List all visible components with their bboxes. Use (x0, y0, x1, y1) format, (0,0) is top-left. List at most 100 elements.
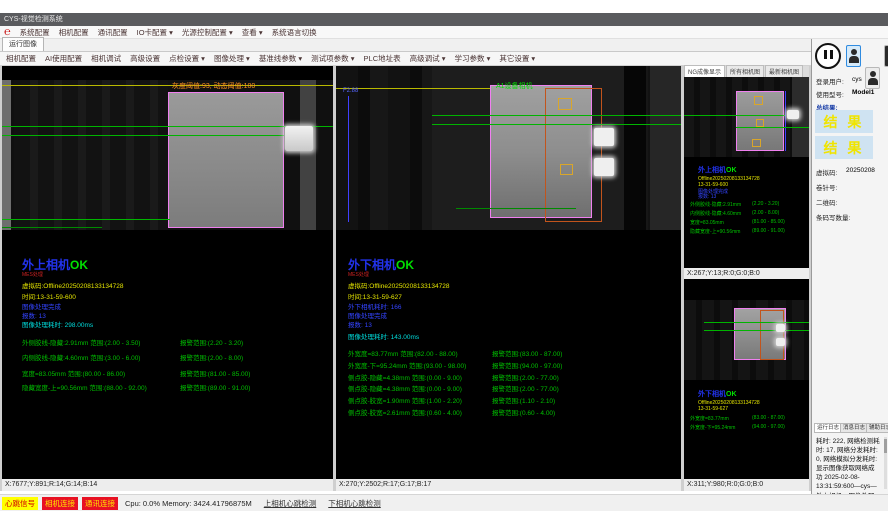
tool-advanced-settings[interactable]: 高级设置 (130, 53, 160, 64)
thumb1-measure-row: 内侧胶线-隐藏:4.60mm (2.00 - 8.00) (690, 210, 741, 217)
mid-mes-note: MES处理 (348, 271, 369, 278)
tab-row: 运行图像 (0, 39, 811, 52)
detection-line-green (2, 135, 284, 136)
measurement-row: 内侧胶线-隐藏:4.60mm 范围:(3.00 - 6.00) 报警范围:(2.… (22, 352, 333, 362)
tool-camera-config[interactable]: 相机配置 (6, 53, 36, 64)
tab-run-image-label: 运行图像 (9, 41, 37, 48)
measure-value: 隐藏宽度-上=90.56mm 范围:(88.00 - 92.00) (22, 385, 147, 392)
mid-camera-image: F2.88 A1设备相机 (336, 66, 681, 230)
image-right-band (650, 66, 681, 230)
camera-view-outer-lower[interactable]: F2.88 A1设备相机 外下相机OK MES处理 虚拟码:Offline202… (336, 66, 681, 479)
menu-item-view[interactable]: 查看 ▾ (242, 27, 263, 38)
model-label: 使用型号: (816, 89, 844, 99)
tool-image-processing[interactable]: 图像处理 ▾ (214, 53, 250, 64)
measure-value: 外宽度=83.77mm 范围:(82.00 - 88.00) (348, 351, 458, 358)
tool-other-settings[interactable]: 其它设置 ▾ (499, 53, 535, 64)
thumbnail-view-2[interactable]: 外下相机OK Offline20250208133134728 13-31-59… (684, 279, 809, 479)
measure-alarm: (2.20 - 3.20) (752, 201, 779, 207)
left-camera-image: 灰度阈值:93, 动态阈值:100 (2, 80, 333, 230)
measure-alarm: (2.00 - 8.00) (752, 210, 779, 216)
tab-run-image[interactable]: 运行图像 (2, 37, 44, 51)
thumb1-measure-row: 外侧胶线-隐藏:2.91mm (2.20 - 3.20) (690, 201, 741, 208)
measure-alarm: 报警范围:(81.00 - 85.00) (180, 368, 250, 378)
image-dark-band (624, 66, 646, 230)
comm-link-badge: 通讯连接 (82, 497, 118, 510)
thumb2-camera-name: 外下相机 (698, 391, 726, 398)
measure-value: 外侧胶线-隐藏:2.91mm (690, 202, 741, 208)
tool-spotcheck-settings[interactable]: 点检设置 ▾ (169, 53, 205, 64)
menu-item-io-config[interactable]: IO卡配置 ▾ (137, 27, 173, 38)
tool-baseline-params[interactable]: 基准线参数 ▾ (259, 53, 302, 64)
mid-status-ok: OK (396, 258, 414, 272)
measurement-row: 侧点胶-胶宽=2.61mm 范围:(0.60 - 4.00) 报警范围:(0.6… (348, 407, 681, 417)
thumbnail-view-1[interactable]: 外上相机OK Offline20250208133134728 13-31-59… (684, 77, 809, 268)
thumb2-title: 外下相机OK (698, 389, 737, 399)
measure-alarm: (94.00 - 97.00) (752, 424, 785, 430)
tool-learning-params[interactable]: 学习参数 ▾ (454, 53, 490, 64)
thumb1-image (684, 77, 809, 157)
measure-alarm: 报警范围:(0.60 - 4.00) (492, 407, 555, 417)
thumb1-coord-bar: X:267;Y:13;R:0;G:0;B:0 (684, 268, 809, 279)
thumb2-time: 13-31-59-627 (698, 406, 728, 412)
heartbeat-badge: 心跳信号 (2, 497, 38, 510)
tab-connector-blob (285, 126, 313, 151)
menu-item-light-config[interactable]: 光源控制配置 ▾ (182, 27, 233, 38)
login-user-label: 登录用户: (816, 76, 844, 86)
tab-glow (776, 338, 785, 346)
lower-camera-heartbeat-link[interactable]: 下相机心跳检测 (328, 498, 381, 509)
menu-item-comm-config[interactable]: 通讯配置 (98, 27, 128, 38)
qr-code-label: 二维码: (816, 197, 837, 207)
tool-plc-address-table[interactable]: PLC地址表 (364, 53, 401, 64)
measure-value: 宽度=83.05mm 范围:(80.00 - 86.00) (22, 371, 125, 378)
tab-roi-box (558, 98, 572, 110)
result-box-lower: 结 果 (815, 136, 873, 159)
measure-value: 宽度=83.05mm (690, 220, 724, 226)
needle-number-label: 卷针号: (816, 182, 837, 192)
measure-value: 侧点胶-胶宽=2.61mm 范围:(0.60 - 4.00) (348, 410, 462, 417)
tool-ai-usage-config[interactable]: AI使用配置 (45, 53, 82, 64)
tab-roi-box (756, 119, 764, 127)
image-edge-band (2, 80, 11, 230)
measurement-row: 侧点胶-隐藏=4.38mm 范围:(0.00 - 9.00) 报警范围:(2.0… (348, 383, 681, 393)
measure-value: 内侧胶线-隐藏:4.60mm (690, 211, 741, 217)
mid-count-text: 报数: 13 (348, 319, 372, 329)
result-text-lower: 结 果 (824, 138, 865, 158)
upper-camera-heartbeat-link[interactable]: 上相机心跳检测 (264, 498, 317, 509)
roi-rect-orange (545, 88, 602, 222)
detection-line-green (432, 115, 681, 116)
side-panel: → 登录用户: cys 使用型号: Model1 总结果: 结 果 结 果 虚拟… (811, 39, 888, 494)
log-tab-run[interactable]: 运行日志 (814, 423, 842, 433)
measure-value: 隐藏宽度-上=90.56mm (690, 229, 740, 235)
measure-value: 外宽度=83.77mm (690, 416, 729, 422)
thumb1-measure-row: 隐藏宽度-上=90.56mm (89.00 - 91.00) (690, 228, 740, 235)
pause-button[interactable] (815, 43, 841, 69)
menu-item-language-switch[interactable]: 系统语言切换 (272, 27, 317, 38)
left-coord-text: X:7677;Y:891;R:14;G:14;B:14 (5, 481, 97, 488)
left-mes-note: MES处理 (22, 271, 43, 278)
result-text-upper: 结 果 (824, 112, 865, 132)
measure-value: 侧点胶-隐藏=4.38mm 范围:(0.00 - 9.00) (348, 386, 462, 393)
window-title: CYS-视觉检测系统 (4, 16, 63, 23)
log-scrollbar[interactable] (884, 437, 887, 489)
menu-item-system-config[interactable]: 系统配置 (20, 27, 50, 38)
log-tab-message[interactable]: 消息日志 (840, 423, 868, 433)
operator-login-button[interactable] (846, 45, 861, 67)
tool-test-params[interactable]: 测试项参数 ▾ (311, 53, 354, 64)
tool-advanced-debug[interactable]: 高级调试 ▾ (410, 53, 446, 64)
admin-login-button[interactable] (865, 67, 880, 89)
measure-value: 外宽度-下=95.24mm 范围:(93.00 - 98.00) (348, 363, 466, 370)
status-bar: 心跳信号 相机连接 通讯连接 Cpu: 0.0% Memory: 3424.41… (0, 494, 888, 511)
thumb1-count: 报数: 13 (698, 193, 716, 200)
tab-roi-box (754, 96, 763, 105)
tool-camera-debug[interactable]: 相机调试 (91, 53, 121, 64)
exit-button[interactable]: → (884, 45, 888, 67)
login-user-value: cys (852, 76, 862, 83)
log-tab-assist[interactable]: 辅助日志 (866, 423, 888, 433)
mid-virtual-code: 虚拟码:Offline20250208133134728 (348, 280, 449, 290)
thumb1-status-ok: OK (726, 167, 737, 174)
measure-value: 外侧胶线-隐藏:2.91mm 范围:(2.00 - 3.50) (22, 340, 140, 347)
measure-alarm: 报警范围:(83.00 - 87.00) (492, 348, 562, 358)
camera-view-outer-upper[interactable]: 灰度阈值:93, 动态阈值:100 外上相机OK MES处理 虚拟码:Offli… (2, 66, 333, 479)
thumb2-coord-bar: X:311;Y:980;R:0;G:0;B:0 (684, 479, 809, 491)
menu-item-camera-config[interactable]: 相机配置 (59, 27, 89, 38)
